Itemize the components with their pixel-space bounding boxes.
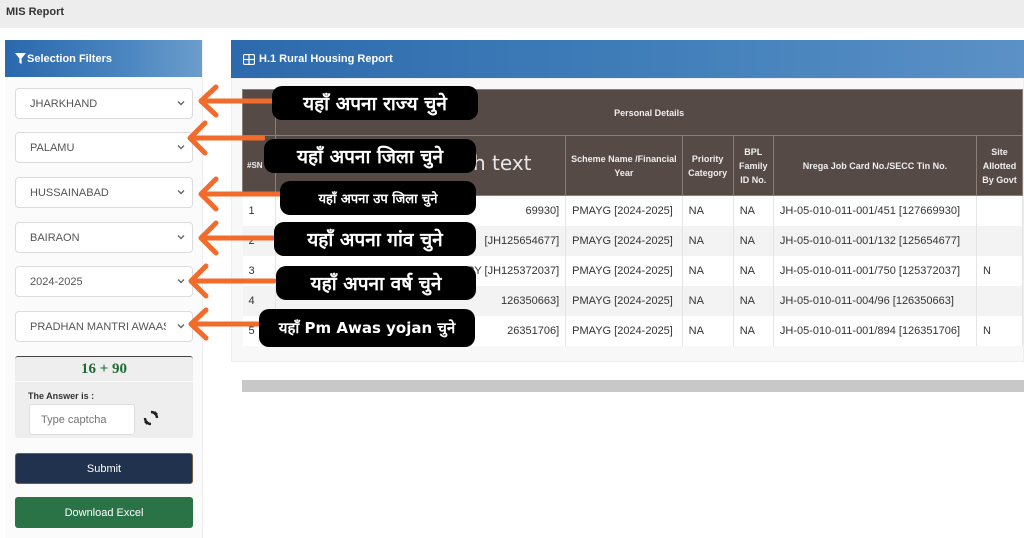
cell-nrega: JH-05-010-011-004/96 [126350663] [773,285,977,316]
cell-site [976,225,1024,256]
report-header: H.1 Rural Housing Report [231,40,1024,78]
top-bar: MIS Report [0,0,1024,28]
cell-scheme: PMAYG [2024-2025] [565,225,683,256]
arrow-icon [188,263,276,299]
report-title: H.1 Rural Housing Report [259,53,393,65]
horizontal-scrollbar[interactable] [242,380,1024,392]
download-excel-button[interactable]: Download Excel [15,497,193,528]
cell-nrega: JH-05-010-011-001/451 [127669930] [773,195,977,226]
village-select[interactable]: BAIRAON [15,222,193,253]
captcha-box: 16 + 90 The Answer is : [15,356,193,438]
cell-bpl: NA [733,255,774,286]
annotation-year: यहाँ अपना वर्ष चुने [276,266,476,300]
report-table: Personal Details #SN No. Scheme Name /Fi… [241,89,1024,346]
cell-nrega: JH-05-010-011-001/750 [125372037] [773,255,977,286]
year-select-value: 2024-2025 [30,275,83,288]
annotation-block: यहाँ अपना उप जिला चुने [280,181,476,215]
state-select-value: JHARKHAND [30,97,98,110]
col-header-priority: Priority Category [681,135,734,196]
cell-site [976,195,1024,226]
cell-bpl: NA [733,195,774,226]
cell-scheme: PMAYG [2024-2025] [565,255,683,286]
cell-bpl: NA [733,315,774,346]
cell-bpl: NA [733,285,774,316]
page-title: MIS Report [6,6,65,18]
captcha-label: The Answer is : [28,391,95,401]
chevron-down-icon [177,101,185,106]
cell-priority: NA [682,225,734,256]
chevron-down-icon [177,279,185,284]
refresh-captcha-icon[interactable] [143,410,159,426]
cell-scheme: PMAYG [2024-2025] [565,285,683,316]
captcha-input[interactable] [29,404,135,435]
submit-button[interactable]: Submit [15,453,193,484]
village-select-value: BAIRAON [30,231,80,244]
cell-scheme: PMAYG [2024-2025] [565,315,683,346]
block-select[interactable]: HUSSAINABAD [15,177,193,208]
cell-site: N [976,315,1024,346]
cell-nrega: JH-05-010-011-001/894 [126351706] [773,315,977,346]
cell-priority: NA [682,315,734,346]
annotation-state: यहाँ अपना राज्य चुने [272,86,478,120]
table-icon [243,53,255,65]
filter-icon [15,53,26,64]
chevron-down-icon [177,324,185,329]
cell-scheme: PMAYG [2024-2025] [565,195,683,226]
cell-priority: NA [682,195,734,226]
state-select[interactable]: JHARKHAND [15,88,193,119]
annotation-district: यहाँ अपना जिला चुने [264,139,476,173]
ghost-text: h text [473,151,532,175]
selection-filters-panel: Selection Filters JHARKHAND PALAMU HUSSA… [5,40,203,538]
district-select[interactable]: PALAMU [15,132,193,163]
annotation-village: यहाँ अपना गांव चुने [274,222,476,256]
col-header-site: Site Allotted By Govt [975,135,1024,196]
scheme-select[interactable]: PRADHAN MANTRI AWAAS YOJANA [15,311,193,342]
arrow-icon [187,120,265,156]
selection-filters-header: Selection Filters [5,40,202,77]
district-select-value: PALAMU [30,141,75,154]
cell-priority: NA [682,255,734,286]
arrow-icon [188,307,266,341]
cell-nrega: JH-05-010-011-001/132 [125654677] [773,225,977,256]
year-select[interactable]: 2024-2025 [15,266,193,297]
cell-site [976,285,1024,316]
col-header-nrega: Nrega Job Card No./SECC Tin No. [772,135,977,196]
block-select-value: HUSSAINABAD [30,186,109,199]
chevron-down-icon [177,235,185,240]
col-header-bpl: BPL Family ID No. [732,135,774,196]
cell-priority: NA [682,285,734,316]
col-header-scheme: Scheme Name /Financial Year [565,135,683,196]
cell-bpl: NA [733,225,774,256]
arrow-icon [198,220,286,256]
scheme-select-value: PRADHAN MANTRI AWAAS YOJANA [30,320,166,333]
captcha-question: 16 + 90 [15,357,193,382]
cell-site: N [976,255,1024,286]
annotation-scheme: यहाँ Pm Awas yojan चुने [259,309,475,347]
selection-filters-title: Selection Filters [27,52,112,65]
chevron-down-icon [177,190,185,195]
arrow-icon [198,176,286,212]
